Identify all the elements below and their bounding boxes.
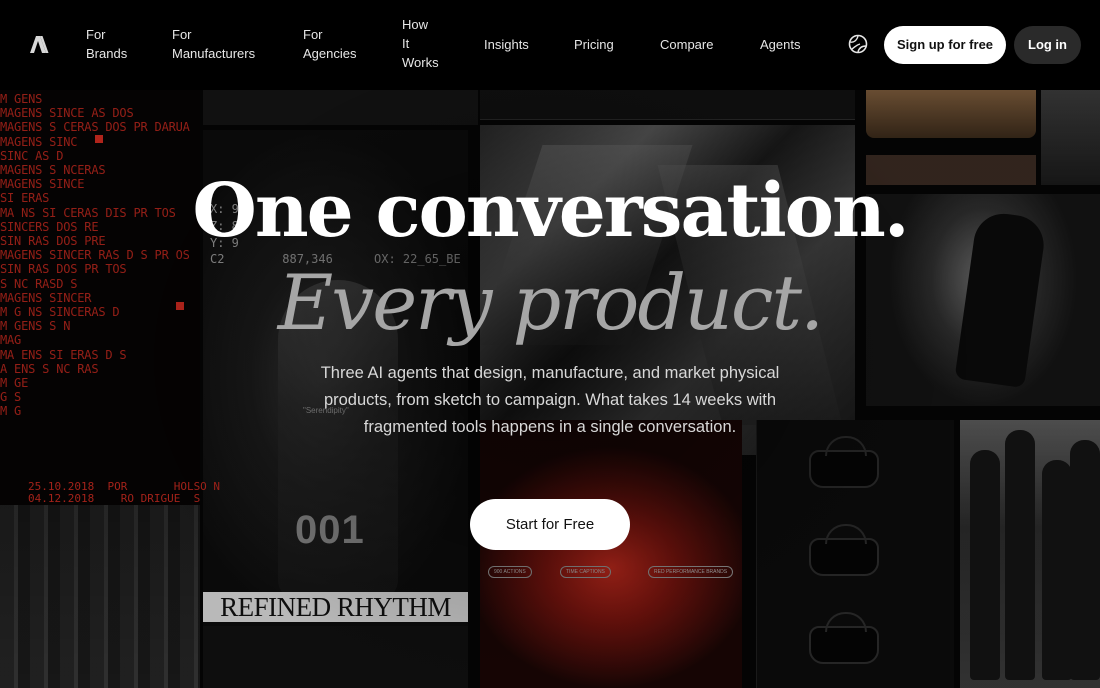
red-square-marker bbox=[95, 135, 103, 143]
top-navigation-bar: For Brands For Manufacturers For Agencie… bbox=[0, 0, 1100, 90]
code-text-line: A ENS S NC RAS bbox=[0, 361, 99, 376]
code-text-line: MAGENS SINCE AS DOS bbox=[0, 106, 134, 121]
red-poster-tile: 900 ACTIONS TIME CAPTIONS RED PERFORMANC… bbox=[480, 420, 742, 688]
refined-rhythm-banner: REFINED RHYTHM bbox=[203, 592, 468, 622]
code-text-line: MA ENS SI ERAS D S bbox=[0, 347, 127, 362]
hero-headline: One conversation. bbox=[192, 168, 909, 254]
log-in-button[interactable]: Log in bbox=[1014, 26, 1081, 64]
nav-for-agencies[interactable]: For Agencies bbox=[303, 25, 356, 63]
hat-model-photo bbox=[866, 90, 1036, 138]
code-text-line: M G bbox=[0, 404, 22, 419]
model-figure bbox=[1005, 430, 1035, 680]
camera-stack-photo bbox=[0, 505, 200, 688]
handbag-blueprint-tile bbox=[756, 420, 954, 688]
group-fashion-photo bbox=[960, 420, 1100, 688]
photo-tile bbox=[203, 90, 478, 125]
model-figure bbox=[970, 450, 1000, 680]
sign-up-button[interactable]: Sign up for free bbox=[884, 26, 1006, 64]
handbag-sketch bbox=[809, 436, 879, 488]
nav-agents[interactable]: Agents bbox=[760, 35, 800, 54]
nav-for-brands[interactable]: For Brands bbox=[86, 25, 127, 63]
photo-number: 001 bbox=[295, 508, 365, 552]
nav-compare[interactable]: Compare bbox=[660, 35, 713, 54]
handbag-sketch bbox=[809, 612, 879, 664]
nav-insights[interactable]: Insights bbox=[484, 35, 529, 54]
photo-tile bbox=[480, 90, 855, 120]
hero-headline-italic: Every product. bbox=[277, 258, 824, 347]
nav-how-it-works[interactable]: How It Works bbox=[402, 15, 439, 72]
poster-tag: 900 ACTIONS bbox=[488, 566, 532, 578]
globe-icon[interactable] bbox=[848, 34, 868, 54]
photo-tile bbox=[203, 626, 468, 688]
code-text-line: M GENS bbox=[0, 92, 43, 106]
model-figure bbox=[1042, 460, 1072, 680]
code-text-line: MAGENS SINC bbox=[0, 134, 78, 149]
nav-for-manufacturers[interactable]: For Manufacturers bbox=[172, 25, 255, 63]
brand-logo-icon[interactable] bbox=[27, 34, 49, 54]
code-text-line: MAGENS S CERAS DOS PR DARUA bbox=[0, 120, 190, 135]
date-text: 04.12.2018 RO DRIGUE S bbox=[28, 492, 201, 505]
poster-tag: TIME CAPTIONS bbox=[560, 566, 611, 578]
code-text-line: M GE bbox=[0, 376, 29, 390]
start-for-free-button[interactable]: Start for Free bbox=[470, 499, 630, 550]
nav-pricing[interactable]: Pricing bbox=[574, 35, 614, 54]
code-text-line: G S bbox=[0, 390, 22, 405]
code-text-line: SINC AS D bbox=[0, 148, 64, 163]
model-figure bbox=[1070, 440, 1100, 680]
poster-tag: RED PERFORMANCE BRANDS bbox=[648, 566, 734, 578]
hero-subtitle: Three AI agents that design, manufacture… bbox=[320, 364, 780, 436]
handbag-sketch bbox=[809, 524, 879, 576]
